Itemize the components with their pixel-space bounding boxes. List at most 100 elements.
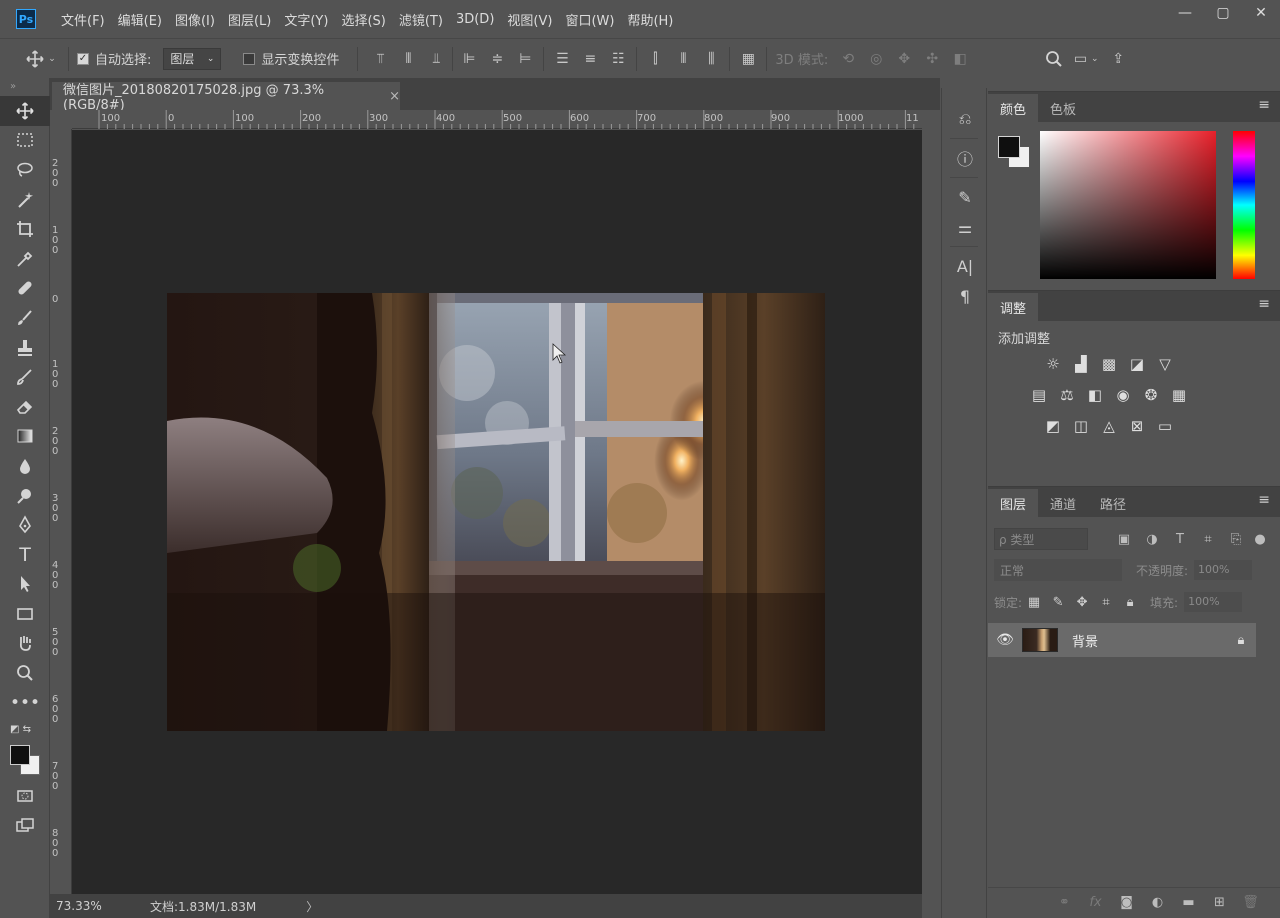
auto-select-target-dropdown[interactable]: 图层 ⌄ bbox=[163, 47, 222, 70]
lock-all-icon[interactable]: 🔒︎ bbox=[1118, 595, 1142, 610]
foreground-color-swatch[interactable] bbox=[998, 136, 1020, 158]
auto-align-icon[interactable]: ▦ bbox=[734, 45, 762, 73]
brush-presets-icon[interactable]: ⚌ bbox=[942, 212, 988, 242]
menu-layer[interactable]: 图层(L) bbox=[223, 10, 276, 29]
eraser-tool[interactable] bbox=[0, 392, 50, 422]
info-panel-icon[interactable]: ⓘ bbox=[942, 143, 988, 173]
curves-icon[interactable]: ▩ bbox=[1096, 353, 1122, 375]
ruler-origin[interactable] bbox=[50, 110, 72, 129]
tab-layers[interactable]: 图层 bbox=[988, 489, 1039, 517]
new-group-icon[interactable]: ▬ bbox=[1173, 895, 1204, 910]
show-transform-option[interactable]: 显示变换控件 bbox=[243, 49, 339, 68]
vibrance-icon[interactable]: ▽ bbox=[1152, 353, 1178, 375]
tab-swatches[interactable]: 色板 bbox=[1038, 94, 1088, 122]
eye-icon[interactable]: 👁︎ bbox=[988, 632, 1022, 648]
lock-image-icon[interactable]: ✎ bbox=[1046, 595, 1070, 610]
magic-wand-tool[interactable] bbox=[0, 185, 50, 215]
hand-tool[interactable] bbox=[0, 629, 50, 659]
move-tool[interactable] bbox=[0, 96, 50, 126]
3d-roll-icon[interactable]: ◎ bbox=[862, 45, 890, 73]
auto-select-checkbox[interactable]: ✓ bbox=[77, 52, 89, 65]
invert-icon[interactable]: ◩ bbox=[1040, 415, 1066, 437]
filter-adjustment-icon[interactable]: ◑ bbox=[1138, 532, 1166, 547]
distribute-top-icon[interactable]: ☰ bbox=[548, 45, 576, 73]
maximize-button[interactable]: ▢ bbox=[1204, 0, 1242, 26]
panel-menu-icon[interactable]: ≡ bbox=[1258, 297, 1270, 311]
align-left-icon[interactable]: ⊫ bbox=[455, 45, 483, 73]
threshold-icon[interactable]: ◬ bbox=[1096, 415, 1122, 437]
collapse-grip-icon[interactable]: » bbox=[0, 78, 49, 96]
layer-kind-filter[interactable]: ρ 类型 bbox=[994, 528, 1088, 550]
show-transform-checkbox[interactable] bbox=[243, 52, 256, 65]
hue-saturation-icon[interactable]: ▤ bbox=[1026, 384, 1052, 406]
healing-brush-tool[interactable] bbox=[0, 274, 50, 304]
filter-shape-icon[interactable]: ⌗ bbox=[1194, 532, 1222, 547]
menu-type[interactable]: 文字(Y) bbox=[279, 10, 333, 29]
menu-help[interactable]: 帮助(H) bbox=[622, 10, 678, 29]
menu-3d[interactable]: 3D(D) bbox=[451, 12, 499, 27]
color-lookup-icon[interactable]: ▦ bbox=[1166, 384, 1192, 406]
align-top-icon[interactable]: ⫪ bbox=[366, 45, 394, 73]
link-layers-icon[interactable]: ⚭ bbox=[1049, 895, 1080, 910]
panel-menu-icon[interactable]: ≡ bbox=[1258, 493, 1270, 507]
status-menu-arrow-icon[interactable]: 〉 bbox=[306, 898, 318, 915]
menu-file[interactable]: 文件(F) bbox=[56, 10, 110, 29]
align-vcenter-icon[interactable]: ⫴ bbox=[394, 45, 422, 73]
menu-window[interactable]: 窗口(W) bbox=[560, 10, 619, 29]
3d-rotate-icon[interactable]: ⟲ bbox=[834, 45, 862, 73]
minimize-button[interactable]: — bbox=[1166, 0, 1204, 26]
workspace-switcher-icon[interactable]: ▭ ⌄ bbox=[1068, 45, 1104, 73]
lock-position-icon[interactable]: ✥ bbox=[1070, 595, 1094, 610]
color-swatches[interactable] bbox=[0, 741, 50, 781]
character-panel-icon[interactable]: A| bbox=[942, 251, 988, 281]
add-mask-icon[interactable]: ◙ bbox=[1111, 895, 1142, 910]
brush-tool[interactable] bbox=[0, 303, 50, 333]
distribute-vcenter-icon[interactable]: ≡ bbox=[576, 45, 604, 73]
3d-slide-icon[interactable]: ✣ bbox=[918, 45, 946, 73]
distribute-hcenter-icon[interactable]: ⦀ bbox=[669, 45, 697, 73]
align-bottom-icon[interactable]: ⫫ bbox=[422, 45, 450, 73]
filter-type-icon[interactable]: T bbox=[1166, 532, 1194, 547]
dodge-tool[interactable] bbox=[0, 481, 50, 511]
move-tool-preset-picker[interactable]: ⌄ bbox=[22, 45, 60, 73]
lock-artboard-icon[interactable]: ⌗ bbox=[1094, 595, 1118, 610]
brush-settings-icon[interactable]: ✎ bbox=[942, 182, 988, 212]
3d-scale-icon[interactable]: ◧ bbox=[946, 45, 974, 73]
lock-transparent-icon[interactable]: ▦ bbox=[1022, 595, 1046, 610]
distribute-right-icon[interactable]: ⫼ bbox=[697, 45, 725, 73]
quick-mask-button[interactable] bbox=[0, 781, 50, 811]
lasso-tool[interactable] bbox=[0, 155, 50, 185]
auto-select-option[interactable]: ✓ 自动选择: bbox=[77, 49, 151, 68]
menu-image[interactable]: 图像(I) bbox=[170, 10, 220, 29]
distribute-left-icon[interactable]: ⫿ bbox=[641, 45, 669, 73]
vertical-ruler[interactable]: 2 0 0 1 0 0 0 1 0 0 2 0 0 3 0 0 4 0 0 5 … bbox=[50, 129, 72, 894]
zoom-tool[interactable] bbox=[0, 658, 50, 688]
posterize-icon[interactable]: ◫ bbox=[1068, 415, 1094, 437]
color-balance-icon[interactable]: ⚖ bbox=[1054, 384, 1080, 406]
new-adjustment-layer-icon[interactable]: ◐ bbox=[1142, 895, 1173, 910]
distribute-bottom-icon[interactable]: ☷ bbox=[604, 45, 632, 73]
exposure-icon[interactable]: ◪ bbox=[1124, 353, 1150, 375]
filter-toggle-icon[interactable]: ● bbox=[1250, 532, 1270, 547]
channel-mixer-icon[interactable]: ❂ bbox=[1138, 384, 1164, 406]
history-panel-icon[interactable]: ⎌ bbox=[942, 104, 988, 134]
default-colors-icon[interactable]: ◩ ⇆ bbox=[0, 717, 50, 741]
gradient-map-icon[interactable]: ▭ bbox=[1152, 415, 1178, 437]
photo-filter-icon[interactable]: ◉ bbox=[1110, 384, 1136, 406]
menu-edit[interactable]: 编辑(E) bbox=[113, 10, 167, 29]
lock-icon[interactable]: 🔒︎ bbox=[1226, 633, 1256, 648]
tab-color[interactable]: 颜色 bbox=[988, 94, 1039, 122]
color-saturation-field[interactable] bbox=[1040, 131, 1216, 279]
menu-select[interactable]: 选择(S) bbox=[336, 10, 390, 29]
history-brush-tool[interactable] bbox=[0, 362, 50, 392]
crop-tool[interactable] bbox=[0, 214, 50, 244]
delete-layer-icon[interactable]: 🗑︎ bbox=[1235, 895, 1266, 910]
marquee-tool[interactable] bbox=[0, 126, 50, 156]
search-icon[interactable] bbox=[1040, 45, 1068, 73]
tab-adjustments[interactable]: 调整 bbox=[988, 293, 1039, 321]
layer-style-icon[interactable]: fx bbox=[1080, 895, 1111, 910]
foreground-color-swatch[interactable] bbox=[10, 745, 30, 766]
new-layer-icon[interactable]: ⊞ bbox=[1204, 895, 1235, 910]
panel-menu-icon[interactable]: ≡ bbox=[1258, 98, 1270, 112]
filter-smart-object-icon[interactable]: ⎘ bbox=[1222, 532, 1250, 547]
